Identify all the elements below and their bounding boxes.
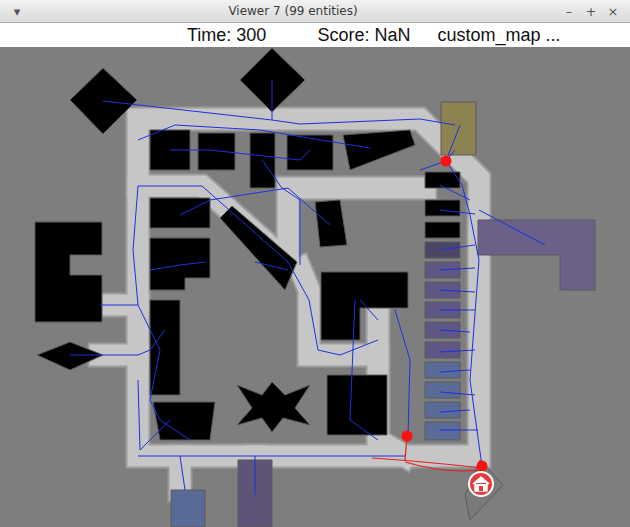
door-icon — [479, 486, 483, 491]
building[interactable] — [343, 130, 415, 170]
maximize-button[interactable]: + — [582, 5, 600, 18]
road-edge — [288, 188, 425, 262]
building[interactable] — [237, 382, 310, 432]
agents — [402, 156, 488, 472]
graph-edge — [288, 262, 378, 355]
building[interactable] — [425, 382, 460, 398]
close-button[interactable]: × — [604, 5, 622, 18]
building[interactable] — [425, 422, 460, 440]
graph-edge — [360, 300, 378, 320]
viewer-window: ▾ Viewer 7 (99 entities) –+ × Time: 300 Sc… — [0, 0, 630, 527]
house-icon — [473, 477, 489, 491]
building[interactable] — [465, 460, 503, 520]
building[interactable] — [150, 238, 210, 290]
building[interactable] — [321, 272, 408, 340]
score-label: Score: NaN — [317, 23, 410, 47]
building[interactable] — [425, 402, 460, 418]
graph-edge — [180, 456, 185, 490]
graph-edge — [446, 161, 482, 466]
refuge-badge — [469, 472, 493, 496]
graph-edge — [70, 330, 165, 355]
graph-edge — [262, 160, 300, 265]
graph-edge — [440, 210, 475, 214]
building[interactable] — [478, 220, 595, 290]
graph-edge — [170, 150, 310, 160]
time-label: Time: 300 — [187, 23, 266, 47]
building[interactable] — [315, 200, 347, 247]
building[interactable] — [220, 206, 297, 290]
graph-edge — [255, 456, 256, 495]
building[interactable] — [327, 375, 387, 435]
building[interactable] — [425, 222, 460, 238]
graph-edge — [138, 305, 190, 440]
menu-icon[interactable]: ▾ — [8, 5, 26, 18]
graph-edge — [150, 262, 205, 270]
refuge-icon — [469, 472, 493, 496]
graph-edge — [420, 150, 455, 170]
agent-marker[interactable] — [441, 156, 452, 167]
graph-edge — [440, 430, 478, 431]
road-edge — [168, 456, 193, 490]
building[interactable] — [198, 133, 235, 170]
graph-edge — [255, 262, 288, 270]
building[interactable] — [287, 135, 333, 170]
graph-edge — [440, 410, 470, 412]
graph-edge — [446, 125, 460, 161]
window-controls: –+ × — [560, 5, 622, 18]
building[interactable] — [37, 342, 103, 370]
graph-edge — [350, 300, 378, 440]
map-canvas[interactable] — [0, 47, 630, 527]
graph-edge — [138, 125, 370, 148]
graph-edge — [440, 370, 470, 372]
building[interactable] — [425, 342, 460, 358]
building[interactable] — [35, 222, 102, 322]
graph-edge — [395, 310, 410, 436]
building[interactable] — [425, 362, 460, 378]
window-title: Viewer 7 (99 entities) — [26, 2, 560, 20]
buildings — [35, 48, 595, 527]
road-network — [100, 119, 492, 490]
route-line — [405, 462, 482, 471]
path-graph — [70, 80, 545, 495]
graph-edge — [100, 186, 138, 305]
road — [138, 119, 479, 456]
graph-edge — [440, 392, 475, 395]
graph-edge — [138, 456, 405, 457]
building[interactable] — [150, 198, 210, 228]
building[interactable] — [150, 300, 180, 395]
building[interactable] — [171, 490, 205, 527]
graph-edge — [440, 268, 475, 270]
road — [288, 188, 425, 262]
graph-edge — [440, 245, 475, 250]
graph-edge — [138, 186, 288, 262]
graph-edge — [272, 80, 273, 120]
graph-edge — [440, 290, 475, 292]
graph-edge — [440, 185, 470, 200]
route-line — [372, 458, 482, 468]
road-edge — [138, 119, 479, 456]
agent-marker[interactable] — [477, 461, 488, 472]
graph-edge — [440, 310, 475, 311]
status-bar: Time: 300 Score: NaN custom_map ... — [0, 23, 630, 47]
title-bar: ▾ Viewer 7 (99 entities) –+ × — [0, 0, 630, 23]
graph-edge — [138, 380, 170, 450]
minimize-button[interactable]: – — [560, 5, 578, 18]
graph-edge — [479, 210, 545, 245]
agent-routes — [372, 436, 482, 471]
graph-edge — [103, 101, 455, 125]
map-view — [0, 47, 630, 527]
graph-edge — [440, 350, 475, 352]
agent-marker[interactable] — [402, 431, 413, 442]
building[interactable] — [425, 200, 460, 216]
graph-edge — [180, 188, 330, 225]
graph-edge — [440, 330, 470, 332]
map-name-label: custom_map ... — [437, 23, 560, 47]
road — [170, 456, 191, 490]
